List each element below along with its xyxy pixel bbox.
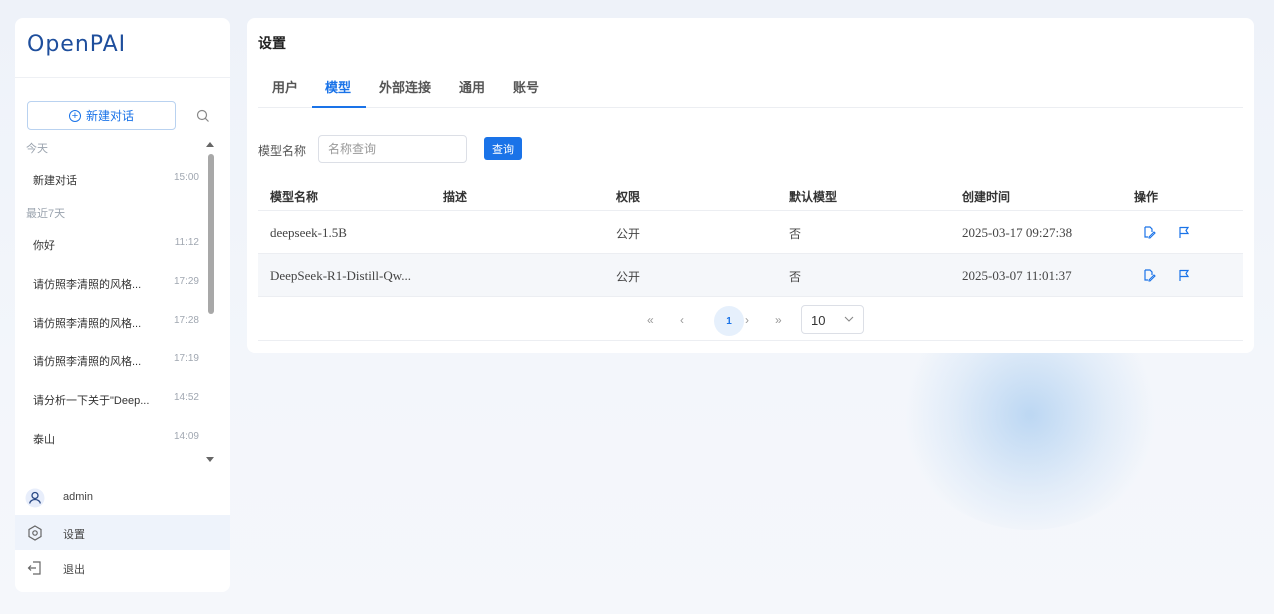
new-chat-label: 新建对话 — [85, 109, 134, 123]
history-item-title: 新建对话 — [33, 175, 77, 187]
logo-area: OpenPAI — [15, 18, 230, 78]
history-item-title: 泰山 — [33, 434, 55, 446]
cell-model-name: deepseek-1.5B — [270, 225, 347, 240]
nav-logout[interactable]: 退出 — [15, 550, 230, 585]
page-title: 设置 — [258, 35, 286, 51]
history-item-time: 17:29 — [173, 276, 199, 287]
column-header-default-model: 默认模型 — [789, 190, 838, 204]
history-item[interactable]: 新建对话 15:00 — [33, 169, 203, 189]
history-item-time: 17:28 — [173, 315, 199, 326]
column-header-name: 模型名称 — [270, 190, 319, 204]
cell-default-model: 否 — [789, 270, 802, 284]
scroll-down-arrow-icon[interactable] — [206, 457, 214, 462]
plus-circle-icon: + — [68, 109, 81, 122]
tab-models[interactable]: 模型 — [325, 77, 351, 109]
page-size-select[interactable]: 10 — [801, 305, 864, 334]
cell-permission: 公开 — [616, 270, 641, 284]
history-item-title: 请分析一下关于"Deep... — [33, 395, 150, 407]
history-item-time: 11:12 — [174, 237, 199, 248]
cell-permission: 公开 — [616, 227, 641, 241]
column-header-actions: 操作 — [1134, 190, 1159, 204]
history-item[interactable]: 请仿照李清照的风格... 17:28 — [33, 312, 203, 332]
history-item-title: 请仿照李清照的风格... — [33, 279, 142, 291]
history-item[interactable]: 请分析一下关于"Deep... 14:52 — [33, 389, 203, 409]
history-item-title: 你好 — [33, 240, 55, 252]
history-item[interactable]: 你好 11:12 — [33, 234, 203, 254]
new-chat-button[interactable]: + 新建对话 — [27, 101, 176, 130]
next-page-icon[interactable]: › — [745, 313, 749, 327]
tab-account[interactable]: 账号 — [513, 77, 539, 109]
active-tab-indicator — [312, 106, 366, 108]
pagination: « ‹ 1 › » 10 — [258, 299, 1243, 341]
nav-logout-label: 退出 — [63, 564, 85, 576]
prev-page-icon[interactable]: ‹ — [680, 313, 684, 327]
model-name-search-input[interactable] — [318, 135, 467, 163]
history-item-time: 17:19 — [173, 353, 199, 364]
column-header-description: 描述 — [443, 190, 468, 204]
current-page-button[interactable]: 1 — [714, 306, 744, 336]
history-item-time: 15:00 — [173, 172, 199, 183]
history-group-week: 最近7天 — [26, 208, 66, 220]
user-avatar-icon — [25, 488, 45, 508]
page-size-value: 10 — [811, 313, 826, 328]
first-page-icon[interactable]: « — [647, 313, 654, 327]
history-item[interactable]: 请仿照李清照的风格... 17:19 — [33, 350, 203, 370]
history-item-title: 请仿照李清照的风格... — [33, 318, 142, 330]
table-row[interactable]: deepseek-1.5B 公开 否 2025-03-17 09:27:38 — [258, 211, 1243, 254]
cell-model-name: DeepSeek-R1-Distill-Qw... — [270, 268, 412, 283]
history-item-time: 14:09 — [173, 431, 199, 442]
nav-settings-label: 设置 — [63, 529, 85, 541]
settings-hexagon-icon — [28, 525, 42, 541]
history-item[interactable]: 请仿照李清照的风格... 17:29 — [33, 273, 203, 293]
logout-icon — [27, 561, 41, 575]
table-row[interactable]: DeepSeek-R1-Distill-Qw... 公开 否 2025-03-0… — [258, 254, 1243, 297]
chevron-down-icon — [844, 316, 854, 322]
models-table: 模型名称 描述 权限 默认模型 创建时间 操作 deepseek-1.5B 公开… — [258, 176, 1243, 297]
edit-icon[interactable] — [1142, 225, 1156, 239]
settings-tabs: 用户 模型 外部连接 通用 账号 — [258, 68, 1243, 108]
column-header-created-time: 创建时间 — [962, 190, 1011, 204]
history-group-today: 今天 — [26, 143, 48, 155]
history-scrollbar-thumb[interactable] — [208, 154, 214, 314]
tab-general[interactable]: 通用 — [459, 77, 485, 109]
table-header: 模型名称 描述 权限 默认模型 创建时间 操作 — [258, 176, 1243, 211]
sidebar: OpenPAI + 新建对话 今天 新建对话 15:00 最近7天 你好 11:… — [15, 18, 230, 592]
query-button[interactable]: 查询 — [484, 137, 522, 160]
tab-users[interactable]: 用户 — [272, 77, 298, 109]
user-name: admin — [63, 491, 93, 503]
app-logo: OpenPAI — [27, 32, 127, 57]
model-name-filter-label: 模型名称 — [258, 144, 307, 158]
history-item[interactable]: 泰山 14:09 — [33, 428, 203, 448]
cell-default-model: 否 — [789, 227, 802, 241]
user-profile[interactable]: admin — [15, 480, 230, 515]
history-item-title: 请仿照李清照的风格... — [33, 356, 142, 368]
settings-panel: 设置 用户 模型 外部连接 通用 账号 模型名称 查询 模型名称 描述 权限 默… — [247, 18, 1254, 353]
edit-icon[interactable] — [1142, 268, 1156, 282]
nav-settings[interactable]: 设置 — [15, 515, 230, 550]
cell-created-time: 2025-03-17 09:27:38 — [962, 225, 1073, 240]
history-item-time: 14:52 — [173, 392, 199, 403]
cell-created-time: 2025-03-07 11:01:37 — [962, 268, 1072, 283]
tab-external-connections[interactable]: 外部连接 — [379, 77, 431, 109]
search-icon[interactable] — [195, 108, 211, 124]
scroll-up-arrow-icon[interactable] — [206, 142, 214, 147]
flag-icon[interactable] — [1177, 225, 1191, 239]
column-header-permission: 权限 — [616, 190, 641, 204]
last-page-icon[interactable]: » — [775, 313, 782, 327]
flag-icon[interactable] — [1177, 268, 1191, 282]
